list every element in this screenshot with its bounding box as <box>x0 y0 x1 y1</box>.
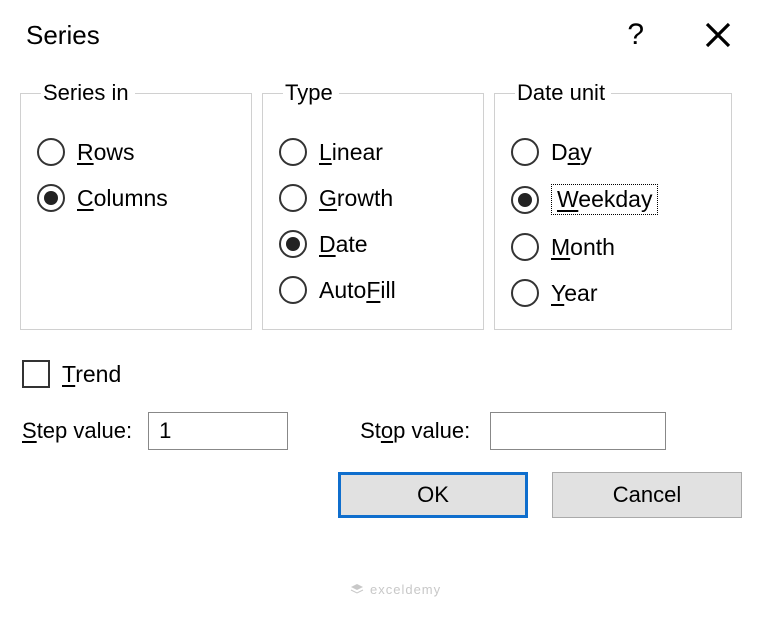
step-value-label: Step value: <box>22 418 132 444</box>
radio-autofill[interactable]: AutoFill <box>279 276 467 304</box>
step-value-input[interactable] <box>148 412 288 450</box>
radio-autofill-label: AutoFill <box>319 277 396 304</box>
radio-day-label: Day <box>551 139 592 166</box>
dialog-title: Series <box>26 20 100 51</box>
radio-weekday[interactable]: Weekday <box>511 184 715 215</box>
radio-columns-input[interactable] <box>37 184 65 212</box>
ok-button[interactable]: OK <box>338 472 528 518</box>
radio-weekday-label: Weekday <box>551 184 658 215</box>
group-date-unit: Date unit Day Weekday Month Year <box>494 80 732 330</box>
radio-month[interactable]: Month <box>511 233 715 261</box>
radio-day-input[interactable] <box>511 138 539 166</box>
radio-columns-label: Columns <box>77 185 168 212</box>
group-type-legend: Type <box>283 80 339 106</box>
radio-linear[interactable]: Linear <box>279 138 467 166</box>
radio-growth[interactable]: Growth <box>279 184 467 212</box>
help-icon[interactable]: ? <box>627 18 644 52</box>
radio-weekday-input[interactable] <box>511 186 539 214</box>
radio-day[interactable]: Day <box>511 138 715 166</box>
radio-autofill-input[interactable] <box>279 276 307 304</box>
radio-month-label: Month <box>551 234 615 261</box>
radio-month-input[interactable] <box>511 233 539 261</box>
trend-checkbox[interactable]: Trend <box>22 360 748 388</box>
radio-date[interactable]: Date <box>279 230 467 258</box>
group-type: Type Linear Growth Date AutoFill <box>262 80 484 330</box>
radio-rows-input[interactable] <box>37 138 65 166</box>
titlebar: Series ? <box>20 18 748 80</box>
group-series-in-legend: Series in <box>41 80 135 106</box>
group-series-in: Series in Rows Columns <box>20 80 252 330</box>
buttons-row: OK Cancel <box>20 472 748 518</box>
stop-value-label: Stop value: <box>360 418 470 444</box>
titlebar-controls: ? <box>627 18 742 52</box>
groups-row: Series in Rows Columns Type Linear Growt… <box>20 80 748 330</box>
radio-date-label: Date <box>319 231 368 258</box>
watermark: exceldemy <box>350 582 441 597</box>
radio-linear-input[interactable] <box>279 138 307 166</box>
series-dialog: Series ? Series in Rows Columns Type Li <box>0 0 768 540</box>
cancel-button[interactable]: Cancel <box>552 472 742 518</box>
radio-year-input[interactable] <box>511 279 539 307</box>
inputs-row: Step value: Stop value: <box>22 412 748 450</box>
radio-year[interactable]: Year <box>511 279 715 307</box>
group-date-unit-legend: Date unit <box>515 80 611 106</box>
radio-rows-label: Rows <box>77 139 135 166</box>
radio-year-label: Year <box>551 280 597 307</box>
radio-growth-label: Growth <box>319 185 393 212</box>
trend-checkbox-input[interactable] <box>22 360 50 388</box>
radio-rows[interactable]: Rows <box>37 138 235 166</box>
radio-growth-input[interactable] <box>279 184 307 212</box>
close-icon[interactable] <box>704 21 732 49</box>
trend-label: Trend <box>62 361 121 388</box>
radio-date-input[interactable] <box>279 230 307 258</box>
radio-linear-label: Linear <box>319 139 383 166</box>
stop-value-input[interactable] <box>490 412 666 450</box>
radio-columns[interactable]: Columns <box>37 184 235 212</box>
